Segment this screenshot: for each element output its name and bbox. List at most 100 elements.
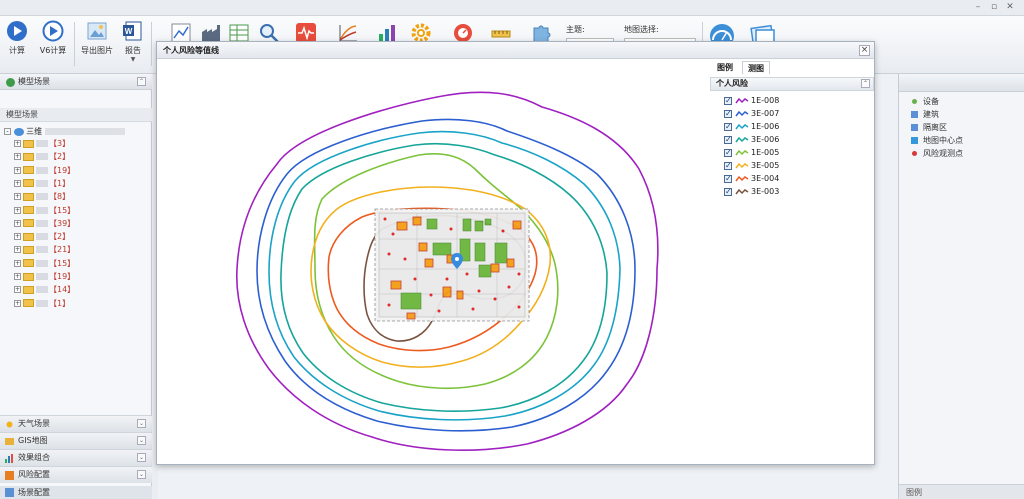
tree-item[interactable]: + 【21】: [14, 244, 75, 256]
tree-item[interactable]: + 【2】: [14, 151, 70, 163]
calc-button[interactable]: 计算: [3, 20, 31, 70]
right-panel-header: [899, 74, 1024, 92]
line-swatch-icon: [735, 136, 749, 142]
tree-item-count: 【1】: [49, 178, 71, 188]
tree-item[interactable]: + 【3】: [14, 138, 70, 150]
expand-toggle-icon[interactable]: +: [14, 140, 21, 147]
report-button[interactable]: W 报告 ▼: [120, 20, 146, 70]
tree-item[interactable]: + 【39】: [14, 218, 75, 230]
redacted-text: [36, 299, 48, 307]
contour-legend-row[interactable]: 3E-006: [724, 134, 779, 146]
tree-item[interactable]: + 【15】: [14, 258, 75, 270]
accordion-weather[interactable]: 天气场景 ⌄: [0, 415, 152, 432]
tree-item[interactable]: + 【1】: [14, 178, 70, 190]
expand-icon[interactable]: ⌄: [137, 419, 146, 428]
contour-legend-row[interactable]: 1E-008: [724, 95, 779, 107]
folder-icon: [23, 152, 34, 161]
contour-checkbox[interactable]: [724, 108, 732, 120]
contour-checkbox[interactable]: [724, 95, 732, 107]
expand-toggle-icon[interactable]: +: [14, 153, 21, 161]
line-swatch-icon: [735, 188, 749, 194]
contour-map-canvas[interactable]: [157, 59, 705, 464]
contour-checkbox[interactable]: [724, 160, 732, 172]
gis-icon: [5, 438, 14, 445]
expand-toggle-icon[interactable]: +: [14, 233, 21, 241]
legend-item-label: 风险观测点: [923, 149, 963, 158]
export-image-button[interactable]: 导出图片: [79, 20, 115, 70]
expand-toggle-icon[interactable]: +: [14, 246, 21, 254]
expand-icon[interactable]: ⌄: [137, 453, 146, 462]
tree-item[interactable]: + 【19】: [14, 165, 75, 177]
contour-checkbox[interactable]: [724, 147, 732, 159]
expand-toggle-icon[interactable]: +: [14, 286, 21, 294]
scene-config-tab[interactable]: 场景配置: [0, 486, 152, 499]
expand-toggle-icon[interactable]: +: [14, 259, 21, 267]
contour-checkbox[interactable]: [724, 134, 732, 146]
contour-map[interactable]: [157, 59, 705, 464]
close-window-icon[interactable]: ✕: [1004, 2, 1016, 13]
contour-legend-row[interactable]: 1E-006: [724, 121, 779, 133]
play-icon: [7, 21, 27, 41]
legend-item-label: 隔离区: [923, 123, 947, 132]
tree-item-count: 【8】: [49, 192, 71, 202]
line-swatch-icon: [735, 149, 749, 155]
tab-measure[interactable]: 测图: [742, 61, 770, 74]
legend-item: 隔离区: [911, 122, 947, 134]
collapse-up-icon[interactable]: ⌃: [861, 79, 870, 88]
risk-group-header[interactable]: 个人风险 ⌃: [710, 77, 874, 91]
minimize-icon[interactable]: –: [972, 2, 984, 13]
tree-root[interactable]: - 三维: [4, 126, 125, 138]
legend-item-label: 地图中心点: [923, 136, 963, 145]
collapse-up-icon[interactable]: ⌃: [137, 77, 146, 86]
collapse-toggle-icon[interactable]: -: [4, 128, 11, 135]
export-image-label: 导出图片: [81, 46, 113, 55]
tree-root-label: 三维: [26, 127, 43, 136]
accordion-gis[interactable]: GIS地图 ⌄: [0, 432, 152, 449]
contour-checkbox[interactable]: [724, 173, 732, 185]
ribbon-separator: [151, 22, 152, 66]
contour-legend-row[interactable]: 3E-003: [724, 186, 779, 198]
contour-label: 3E-003: [751, 187, 780, 196]
expand-toggle-icon[interactable]: +: [14, 166, 21, 174]
close-icon[interactable]: ×: [859, 45, 870, 56]
contour-legend-row[interactable]: 3E-007: [724, 108, 779, 120]
maximize-icon[interactable]: ▫: [988, 2, 1000, 13]
redacted-text: [44, 128, 125, 135]
tree-item[interactable]: + 【2】: [14, 231, 70, 243]
tree-item-count: 【1】: [49, 298, 71, 308]
legend-panel: 图例 测图 个人风险 ⌃ 1E-008 3E-007 1E-006 3E-006 1E-…: [706, 59, 874, 219]
accordion-risk-config[interactable]: 风险配置 ⌄: [0, 466, 152, 483]
tree-item[interactable]: + 【14】: [14, 284, 75, 296]
contour-legend-row[interactable]: 1E-005: [724, 147, 779, 159]
contour-legend-row[interactable]: 3E-004: [724, 173, 779, 185]
folder-icon: [23, 139, 34, 148]
accordion-effects[interactable]: 效果组合 ⌄: [0, 449, 152, 466]
expand-toggle-icon[interactable]: +: [14, 179, 21, 187]
contour-checkbox[interactable]: [724, 186, 732, 198]
expand-icon[interactable]: ⌄: [137, 436, 146, 445]
legend-item: 地图中心点: [911, 135, 963, 147]
tab-legend[interactable]: 图例: [712, 61, 738, 74]
right-panel-footer[interactable]: 图例: [899, 484, 1024, 499]
expand-toggle-icon[interactable]: +: [14, 193, 21, 201]
v6calc-button[interactable]: V6计算: [37, 20, 69, 70]
expand-toggle-icon[interactable]: +: [14, 219, 21, 227]
dropdown-arrow-icon: ▼: [130, 56, 136, 63]
tree-item-count: 【14】: [49, 285, 76, 295]
left-panel-title: 模型场景: [18, 77, 50, 86]
folder-icon: [23, 219, 34, 228]
contour-legend-row[interactable]: 3E-005: [724, 160, 779, 172]
contour-checkbox[interactable]: [724, 121, 732, 133]
tree-item[interactable]: + 【15】: [14, 205, 75, 217]
redacted-text: [36, 153, 48, 161]
tree-item[interactable]: + 【1】: [14, 298, 70, 310]
expand-toggle-icon[interactable]: +: [14, 273, 21, 280]
legend-item-label: 设备: [923, 97, 939, 106]
tree-item[interactable]: + 【19】: [14, 271, 75, 283]
map-select-label: 地图选择:: [624, 25, 659, 34]
line-swatch-icon: [735, 175, 749, 181]
tree-item[interactable]: + 【8】: [14, 191, 70, 203]
expand-toggle-icon[interactable]: +: [14, 299, 21, 307]
expand-icon[interactable]: ⌄: [137, 470, 146, 479]
expand-toggle-icon[interactable]: +: [14, 206, 21, 214]
